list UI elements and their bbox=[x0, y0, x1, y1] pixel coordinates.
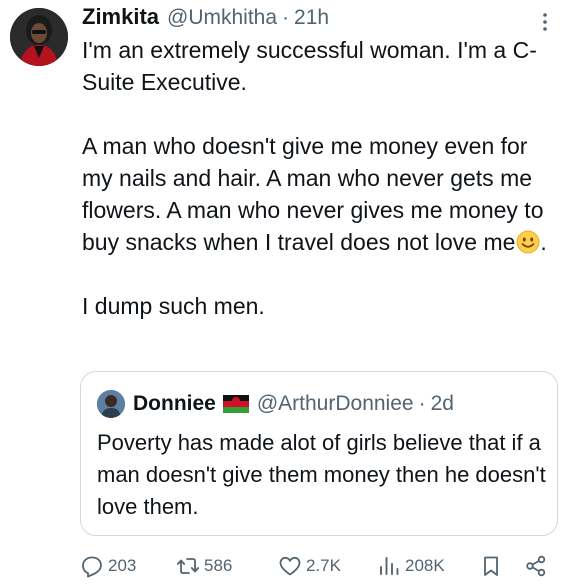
heart-icon bbox=[279, 556, 301, 576]
more-options-icon[interactable] bbox=[537, 10, 553, 34]
author-avatar-image bbox=[10, 8, 68, 66]
retweet-count: 586 bbox=[204, 556, 233, 575]
quoted-tweet-header: Donniee @ArthurDonniee · 2d bbox=[97, 390, 454, 418]
tweet-text: I'm an extremely successful woman. I'm a… bbox=[82, 34, 552, 322]
separator-dot: · bbox=[282, 6, 290, 29]
reply-button[interactable]: 203 bbox=[80, 549, 136, 583]
quoted-author-avatar[interactable] bbox=[97, 390, 125, 418]
tweet-action-bar: 203 586 2.7K 208K bbox=[80, 549, 558, 583]
tweet-paragraph-2-text: A man who doesn't give me money even for… bbox=[82, 133, 544, 255]
reply-icon bbox=[82, 556, 102, 578]
author-handle[interactable]: @Umkhitha bbox=[167, 6, 277, 30]
bookmark-button[interactable] bbox=[479, 549, 503, 583]
quoted-tweet[interactable]: Donniee @ArthurDonniee · 2d Poverty has … bbox=[80, 371, 558, 536]
analytics-icon bbox=[380, 557, 399, 575]
retweet-button[interactable]: 586 bbox=[176, 549, 232, 583]
like-button[interactable]: 2.7K bbox=[278, 549, 341, 583]
views-button[interactable]: 208K bbox=[377, 549, 445, 583]
author-avatar[interactable] bbox=[10, 8, 68, 66]
smiling-face-icon bbox=[516, 230, 540, 254]
quoted-author-handle[interactable]: @ArthurDonniee bbox=[257, 392, 414, 416]
tweet-paragraph-2-end: . bbox=[540, 229, 547, 255]
tweet-paragraph-3: I dump such men. bbox=[82, 293, 265, 319]
malawi-flag-icon bbox=[222, 395, 249, 413]
tweet-header: Zimkita @Umkhitha · 21h bbox=[82, 4, 329, 34]
tweet-paragraph-1: I'm an extremely successful woman. I'm a… bbox=[82, 37, 537, 95]
views-count: 208K bbox=[405, 556, 445, 575]
share-icon bbox=[526, 555, 546, 577]
quoted-tweet-text: Poverty has made alot of girls believe t… bbox=[97, 430, 546, 519]
tweet-paragraph-2: A man who doesn't give me money even for… bbox=[82, 130, 552, 258]
share-button[interactable] bbox=[524, 549, 548, 583]
reply-count: 203 bbox=[108, 556, 137, 575]
bookmark-icon bbox=[484, 556, 498, 576]
retweet-icon bbox=[176, 558, 200, 574]
quoted-author-name[interactable]: Donniee bbox=[133, 392, 216, 416]
tweet-timestamp[interactable]: 21h bbox=[294, 6, 329, 30]
like-count: 2.7K bbox=[306, 556, 341, 575]
quoted-tweet-timestamp[interactable]: 2d bbox=[431, 392, 454, 416]
tweet: Zimkita @Umkhitha · 21h I'm an extremely… bbox=[0, 0, 565, 588]
quoted-separator-dot: · bbox=[418, 392, 426, 415]
author-name[interactable]: Zimkita bbox=[82, 4, 159, 30]
